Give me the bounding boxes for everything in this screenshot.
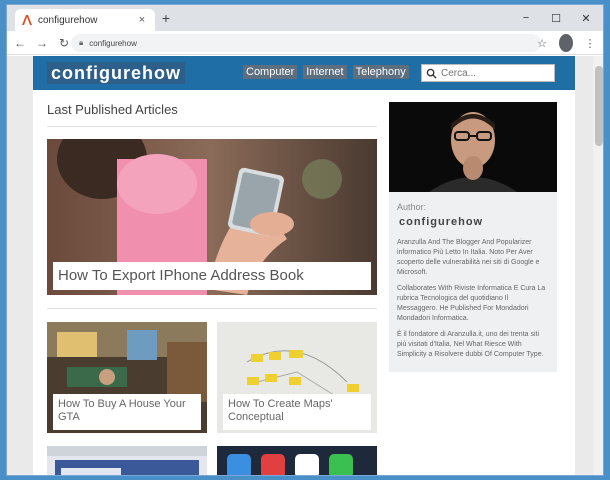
window-controls: − ☐ ✕ [511,5,601,31]
toolbar-actions: ☆ ⋮ [535,34,597,52]
profile-icon[interactable] [559,34,573,52]
search-icon [426,68,437,79]
author-label: Author: [397,202,427,212]
nav-item-telephony[interactable]: Telephony [352,65,409,79]
author-box: Author: configurehow Aranzulla And The B… [389,102,557,372]
tab-configurehow[interactable]: configurehow × [15,9,155,31]
address-bar[interactable]: 🔒︎ configurehow [71,34,541,52]
search-box[interactable] [421,64,555,82]
author-photo [389,102,557,192]
new-tab-button[interactable]: + [159,11,173,25]
search-input[interactable] [441,67,551,79]
address-url: configurehow [89,38,137,48]
section-title: Last Published Articles [47,102,178,117]
nav-item-computer[interactable]: Computer [243,65,298,79]
article-card[interactable]: How To Buy A House Your GTA [47,322,207,433]
minimize-button[interactable]: − [511,5,541,31]
author-bio-paragraph: Aranzulla And The Blogger And Popularize… [397,239,540,276]
menu-kebab-icon[interactable]: ⋮ [583,34,597,52]
site-header: configurehow Computer Internet Telephony [33,56,575,90]
tab-close-icon[interactable]: × [135,14,149,26]
site-favicon-icon [22,15,32,25]
forward-arrow-icon[interactable]: → [33,34,51,52]
hero-article[interactable]: How To Export IPhone Address Book [47,139,377,295]
lock-icon: 🔒︎ [79,38,84,47]
author-name[interactable]: configurehow [399,216,483,228]
author-portrait-image [389,102,557,192]
section-divider [47,126,377,127]
hero-article-title[interactable]: How To Export IPhone Address Book [53,262,371,290]
tab-title: configurehow [38,14,98,26]
page-viewport: configurehow Computer Internet Telephony… [7,56,603,475]
hero-divider [47,308,377,309]
article-card[interactable]: How To Create Maps' Conceptual [217,322,377,433]
bookmark-star-icon[interactable]: ☆ [535,34,549,52]
article-card[interactable] [47,446,207,475]
author-bio-paragraph: È il fondatore di Aranzulla.it, uno dei … [397,331,544,358]
scrollbar-thumb[interactable] [595,66,603,146]
main-nav: Computer Internet Telephony [243,65,409,79]
author-bio: Aranzulla And The Blogger And Popularize… [397,238,549,366]
card-image-facebook [47,446,207,475]
card-title[interactable]: How To Create Maps' Conceptual [223,394,371,430]
page-scrollbar[interactable] [593,56,603,475]
browser-toolbar: ← → ↻ 🔒︎ configurehow ☆ ⋮ [7,31,603,55]
tab-strip: configurehow × + − ☐ ✕ [7,5,603,31]
maximize-button[interactable]: ☐ [541,5,571,31]
close-window-button[interactable]: ✕ [571,5,601,31]
back-arrow-icon[interactable]: ← [11,34,29,52]
author-bio-paragraph: Collaborates With Riviste Informatica E … [397,285,546,322]
card-title[interactable]: How To Buy A House Your GTA [53,394,201,430]
browser-window: configurehow × + − ☐ ✕ ← → ↻ 🔒︎ configur… [6,4,604,476]
profile-avatar [559,34,573,52]
nav-item-internet[interactable]: Internet [303,65,347,79]
card-image-phone-apps [217,446,377,475]
site-logo[interactable]: configurehow [47,62,185,84]
web-page: configurehow Computer Internet Telephony… [33,56,575,475]
article-card[interactable] [217,446,377,475]
